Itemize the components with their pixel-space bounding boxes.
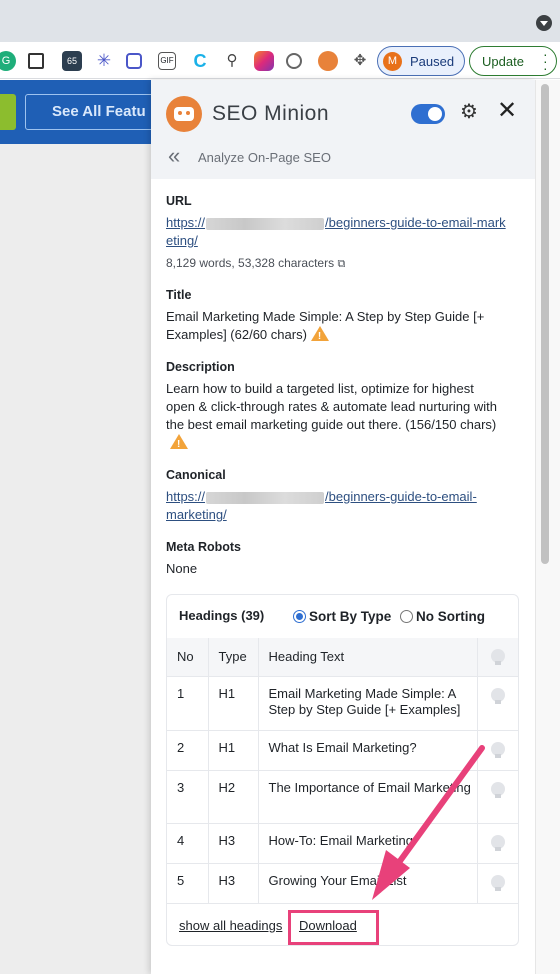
arrow-shaft	[389, 745, 485, 875]
annotation-arrow	[372, 745, 485, 900]
